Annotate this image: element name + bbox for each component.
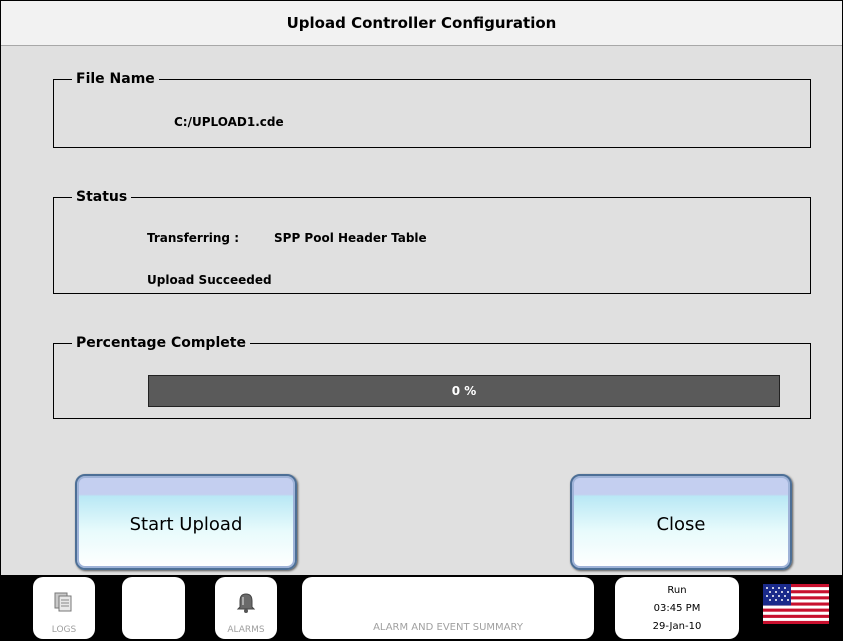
transferring-value: SPP Pool Header Table (274, 231, 427, 245)
blank-button[interactable] (122, 577, 185, 639)
status-legend: Status (76, 189, 128, 205)
logs-icon (54, 592, 72, 612)
upload-result: Upload Succeeded (147, 273, 272, 287)
clock-time: 03:45 PM (653, 603, 701, 614)
transferring-label: Transferring : (147, 231, 239, 245)
alarm-event-summary-button[interactable]: ALARM AND EVENT SUMMARY (302, 577, 594, 639)
close-label: Close (656, 513, 706, 535)
status-group: Status Transferring : SPP Pool Header Ta… (53, 189, 811, 294)
file-name-group: File Name C:/UPLOAD1.cde (53, 71, 811, 148)
alarm-event-summary-label: ALARM AND EVENT SUMMARY (373, 622, 523, 633)
percentage-legend: Percentage Complete (76, 335, 246, 351)
alarms-label: ALARMS (227, 625, 265, 635)
start-upload-label: Start Upload (129, 513, 243, 535)
taskbar: LOGS ALARMS ALARM AND EVENT SUMMARY Run … (0, 576, 843, 641)
us-flag-icon[interactable] (763, 584, 829, 624)
percentage-group: Percentage Complete 0 % (53, 335, 811, 419)
clock-date: 29-Jan-10 (652, 621, 702, 632)
upload-dialog: Upload Controller Configuration File Nam… (0, 0, 843, 576)
status-panel: Run 03:45 PM 29-Jan-10 (615, 577, 739, 639)
title-bar: Upload Controller Configuration (1, 1, 842, 46)
logs-button[interactable]: LOGS (33, 577, 95, 639)
start-upload-button[interactable]: Start Upload (75, 474, 297, 570)
bell-icon (236, 593, 256, 613)
progress-bar: 0 % (148, 375, 780, 407)
run-mode: Run (667, 585, 687, 596)
logs-label: LOGS (51, 625, 77, 635)
close-button[interactable]: Close (570, 474, 792, 570)
file-name-legend: File Name (76, 71, 155, 87)
file-name-value: C:/UPLOAD1.cde (174, 115, 284, 129)
dialog-title: Upload Controller Configuration (286, 14, 557, 32)
progress-text: 0 % (451, 384, 477, 398)
alarms-button[interactable]: ALARMS (215, 577, 277, 639)
